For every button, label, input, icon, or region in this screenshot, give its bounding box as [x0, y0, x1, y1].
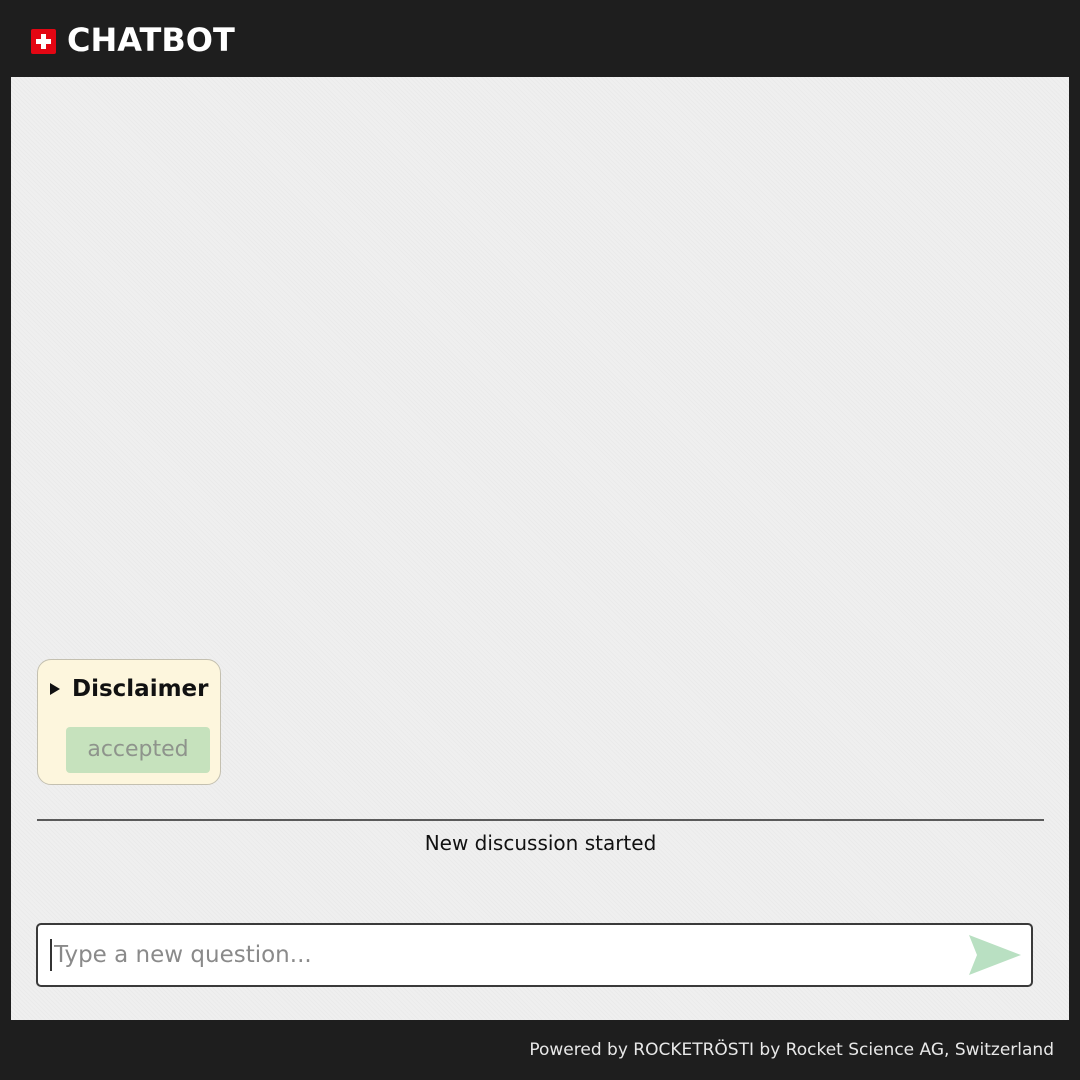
app-title: CHATBOT	[67, 21, 235, 59]
send-button[interactable]	[967, 933, 1023, 977]
discussion-divider	[37, 819, 1044, 821]
powered-by-text: Powered by ROCKETRÖSTI by Rocket Science…	[529, 1040, 1054, 1060]
question-input[interactable]	[50, 939, 954, 971]
question-composer[interactable]	[36, 923, 1033, 987]
disclaimer-card: Disclaimer accepted	[37, 659, 221, 785]
disclaimer-label[interactable]: Disclaimer	[72, 674, 209, 704]
triangle-right-icon[interactable]	[50, 683, 60, 695]
app-header: CHATBOT	[0, 0, 1080, 76]
disclaimer-toggle[interactable]: Disclaimer	[50, 674, 209, 704]
app-footer: Powered by ROCKETRÖSTI by Rocket Science…	[0, 1020, 1080, 1080]
discussion-status: New discussion started	[424, 831, 657, 855]
accepted-button[interactable]: accepted	[66, 727, 210, 773]
send-arrow-icon[interactable]	[967, 933, 1023, 977]
chat-area[interactable]: Disclaimer accepted New discussion start…	[11, 77, 1069, 1020]
swiss-flag-icon	[31, 29, 56, 54]
